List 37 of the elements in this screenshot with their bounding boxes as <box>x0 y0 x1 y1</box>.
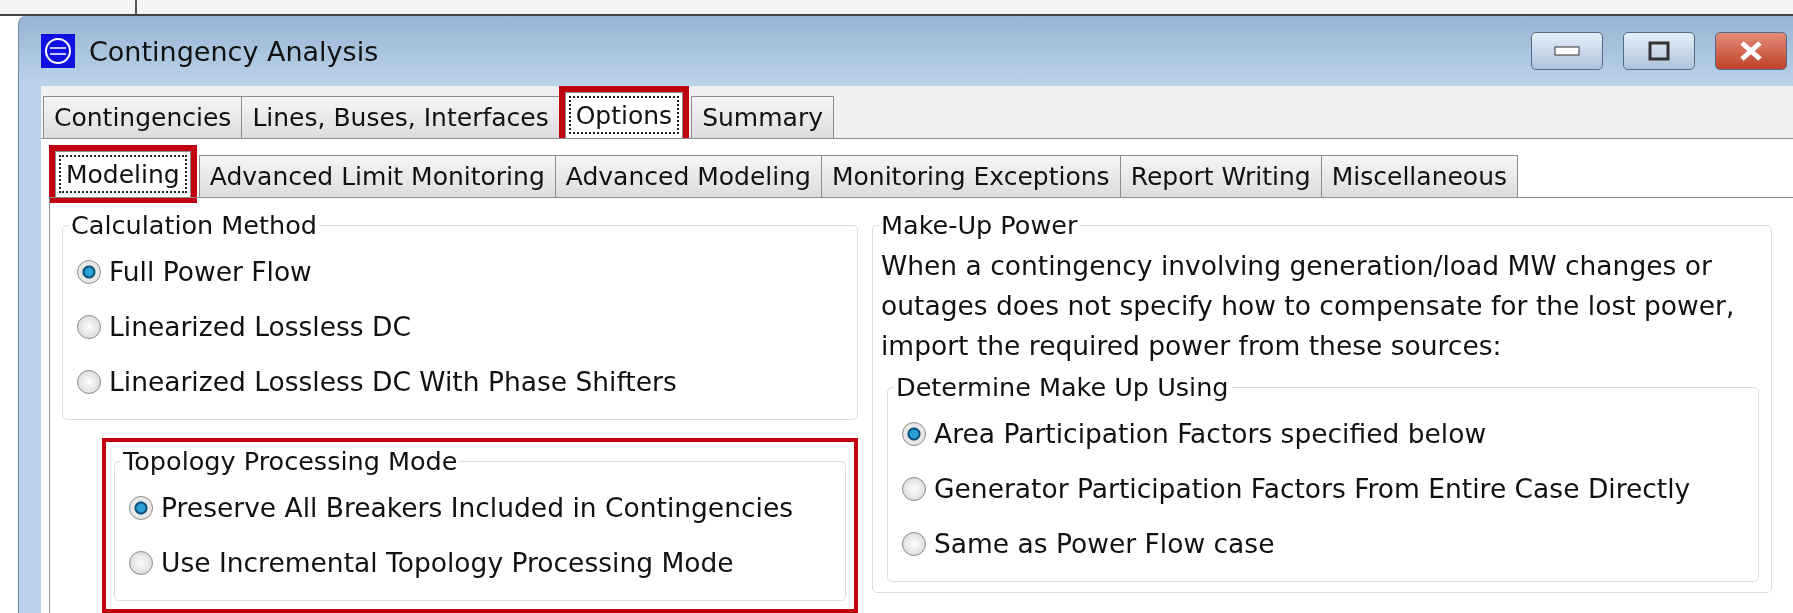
radio-button[interactable] <box>77 314 101 339</box>
group-title: Calculation Method <box>70 210 318 240</box>
tab[interactable]: Advanced Limit Monitoring <box>198 155 556 197</box>
group-title: Determine Make Up Using <box>895 372 1230 402</box>
option-label: Generator Participation Factors From Entire Case Directly <box>934 473 1691 504</box>
option-label: Linearized Lossless DC With Phase Shifters <box>109 366 677 397</box>
tab[interactable]: Lines, Buses, Interfaces <box>241 96 560 138</box>
tab[interactable]: Miscellaneous <box>1320 155 1519 197</box>
tab[interactable]: Advanced Modeling <box>554 155 822 197</box>
close-button[interactable] <box>1715 32 1787 70</box>
group-title: Topology Processing Mode <box>122 446 459 476</box>
description-text: When a contingency involving generation/load MW changes or outages does not specify how to compensate for the lost power, import the required power from these sources: <box>881 249 1736 363</box>
radio-button[interactable] <box>77 259 101 284</box>
radio-button[interactable] <box>902 476 926 501</box>
radio-button[interactable] <box>77 369 101 394</box>
minimize-icon <box>1554 46 1580 56</box>
group-title: Make-Up Power <box>880 210 1079 240</box>
window-title: Contingency Analysis <box>89 35 380 67</box>
option-label: Linearized Lossless DC <box>109 311 411 342</box>
radio-button[interactable] <box>129 550 153 575</box>
minimize-button[interactable] <box>1531 32 1603 70</box>
tab[interactable]: Report Writing <box>1119 155 1322 197</box>
option-label: Full Power Flow <box>109 256 312 287</box>
option-label: Preserve All Breakers Included in Contingencies <box>161 492 793 523</box>
maximize-button[interactable] <box>1623 32 1695 70</box>
tab[interactable]: Summary <box>691 96 834 138</box>
option-label: Area Participation Factors specified below <box>934 418 1487 449</box>
radio-button[interactable] <box>902 421 926 446</box>
globe-icon <box>41 34 75 68</box>
maximize-icon <box>1648 41 1670 61</box>
radio-button[interactable] <box>129 495 153 520</box>
tab[interactable]: Contingencies <box>43 96 243 138</box>
tab[interactable]: Monitoring Exceptions <box>820 155 1121 197</box>
radio-button[interactable] <box>902 531 926 556</box>
option-label: Use Incremental Topology Processing Mode <box>161 547 734 578</box>
option-label: Same as Power Flow case <box>934 528 1275 559</box>
close-icon <box>1738 40 1764 62</box>
